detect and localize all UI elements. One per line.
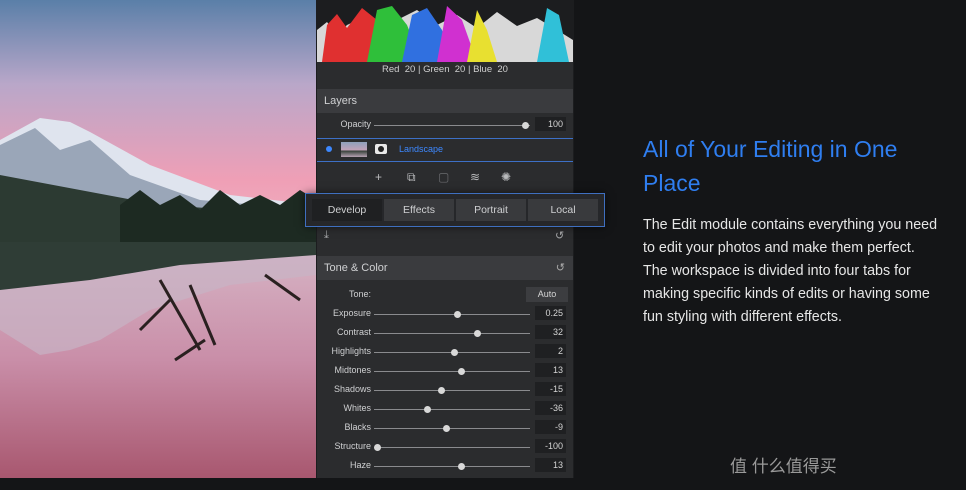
opacity-value[interactable]: 100: [535, 117, 566, 131]
layer-thumbnail: [341, 142, 367, 157]
slider-value[interactable]: -100: [535, 439, 566, 453]
slider-row-contrast[interactable]: Contrast 32: [317, 324, 573, 342]
slider-track[interactable]: [374, 425, 530, 432]
opacity-slider[interactable]: [374, 122, 530, 129]
slider-label: Shadows: [333, 384, 371, 394]
histogram-graph: [317, 0, 573, 62]
slider-row-shadows[interactable]: Shadows -15: [317, 381, 573, 399]
gear-icon[interactable]: ✺: [501, 170, 511, 184]
slider-track[interactable]: [374, 387, 530, 394]
slider-label: Midtones: [334, 365, 371, 375]
slider-label: Contrast: [336, 327, 371, 337]
reset-icon[interactable]: ↺: [556, 261, 565, 274]
separator: |: [467, 64, 471, 75]
layers-header[interactable]: Layers: [317, 89, 573, 113]
slider-row-haze[interactable]: Haze 13: [317, 457, 573, 475]
slider-track[interactable]: [374, 368, 530, 375]
slider-handle[interactable]: [424, 406, 432, 413]
tone-row: Tone: Auto: [317, 286, 573, 304]
edit-panel: Red 20 | Green 20 | Blue 20 Layers Opaci…: [316, 0, 574, 478]
slider-handle[interactable]: [458, 463, 466, 470]
slider-value[interactable]: -15: [535, 382, 566, 396]
slider-row-midtones[interactable]: Midtones 13: [317, 362, 573, 380]
slider-row-whites[interactable]: Whites -36: [317, 400, 573, 418]
slider-handle[interactable]: [438, 387, 446, 394]
tone-label: Tone:: [348, 289, 371, 299]
slider-value[interactable]: 32: [535, 325, 566, 339]
slider-track[interactable]: [374, 406, 530, 413]
slider-label: Structure: [334, 441, 371, 451]
watermark: 值 什么值得买: [730, 457, 837, 476]
tab-develop[interactable]: Develop: [312, 199, 382, 221]
tab-local[interactable]: Local: [528, 199, 598, 221]
slider-value[interactable]: 13: [535, 458, 566, 472]
layer-stack-icon[interactable]: ≋: [470, 170, 480, 184]
slider-row-structure[interactable]: Structure -100: [317, 438, 573, 456]
blue-label: Blue: [473, 64, 493, 75]
article-body: The Edit module contains everything you …: [643, 217, 938, 325]
red-label: Red: [382, 64, 400, 75]
slider-value[interactable]: 2: [535, 344, 566, 358]
layer-item-landscape[interactable]: Landscape: [317, 138, 573, 162]
undo-icon[interactable]: ↺: [555, 229, 564, 242]
slider-handle[interactable]: [473, 330, 481, 337]
slider-handle[interactable]: [458, 368, 466, 375]
landscape-photo: [0, 0, 316, 478]
tab-effects[interactable]: Effects: [384, 199, 454, 221]
opacity-slider-handle[interactable]: [522, 122, 530, 129]
layer-name: Landscape: [399, 144, 444, 154]
delete-layer-icon[interactable]: ▢: [438, 170, 449, 184]
add-layer-icon[interactable]: +: [375, 170, 382, 184]
slider-track[interactable]: [374, 330, 530, 337]
slider-handle[interactable]: [374, 444, 382, 451]
tone-color-title: Tone & Color: [324, 262, 388, 274]
slider-track[interactable]: [374, 311, 530, 318]
download-icon[interactable]: ⤓: [324, 229, 329, 242]
slider-label: Highlights: [331, 346, 371, 356]
red-value: 20: [404, 64, 416, 75]
slider-row-exposure[interactable]: Exposure 0.25: [317, 305, 573, 323]
photo-preview: [0, 0, 316, 478]
slider-row-highlights[interactable]: Highlights 2: [317, 343, 573, 361]
histogram-readout: Red 20 | Green 20 | Blue 20: [317, 64, 573, 75]
slider-value[interactable]: 0.25: [535, 306, 566, 320]
auto-button[interactable]: Auto: [526, 287, 568, 302]
histogram: [317, 0, 573, 62]
duplicate-layer-icon[interactable]: ⧉: [407, 170, 416, 185]
blue-value: 20: [497, 64, 508, 75]
slider-label: Exposure: [332, 308, 371, 318]
separator: |: [417, 64, 421, 75]
slider-label: Whites: [343, 403, 371, 413]
slider-value[interactable]: 13: [535, 363, 566, 377]
opacity-row[interactable]: Opacity 100: [317, 116, 573, 134]
layer-mask-icon[interactable]: [375, 144, 387, 154]
slider-value[interactable]: -36: [535, 401, 566, 415]
green-label: Green: [423, 64, 450, 75]
slider-handle[interactable]: [453, 311, 461, 318]
tab-portrait[interactable]: Portrait: [456, 199, 526, 221]
slider-track[interactable]: [374, 349, 530, 356]
tone-color-header[interactable]: Tone & Color ↺: [317, 256, 573, 280]
slider-handle[interactable]: [450, 349, 458, 356]
module-tabs: Develop Effects Portrait Local: [305, 193, 605, 227]
layer-tools: + ⧉ ▢ ≋ ✺: [317, 168, 573, 190]
layer-visibility-dot-icon[interactable]: [326, 146, 332, 152]
slider-value[interactable]: -9: [535, 420, 566, 434]
slider-track[interactable]: [374, 444, 530, 451]
slider-label: Haze: [349, 460, 371, 470]
slider-label: Blacks: [344, 422, 371, 432]
article-heading: All of Your Editing in One Place: [643, 136, 898, 196]
slider-track[interactable]: [374, 463, 530, 470]
slider-row-blacks[interactable]: Blacks -9: [317, 419, 573, 437]
layers-title: Layers: [324, 95, 358, 107]
green-value: 20: [454, 64, 466, 75]
slider-handle[interactable]: [442, 425, 450, 432]
opacity-label: Opacity: [340, 119, 371, 129]
